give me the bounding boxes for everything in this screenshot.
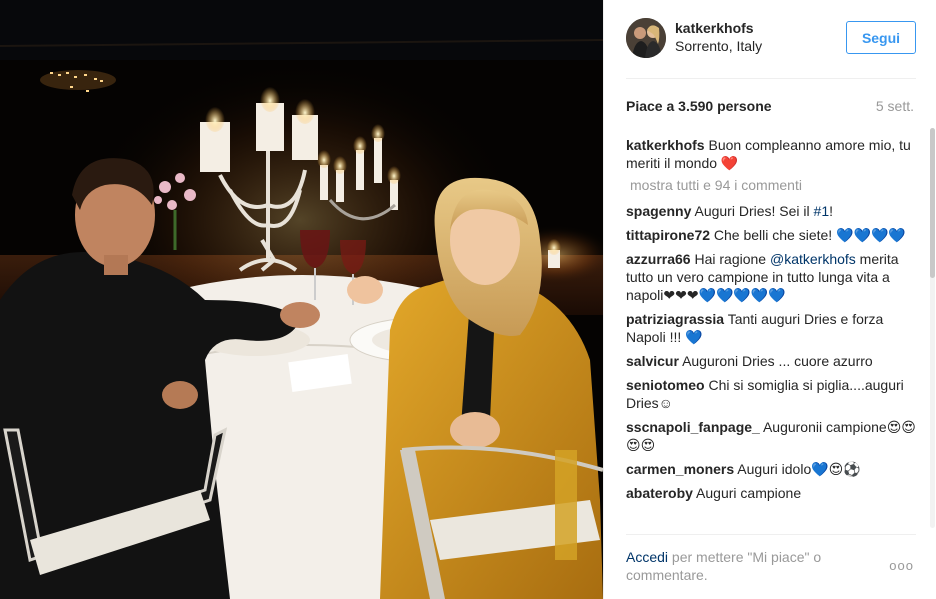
comment-text: Auguri idolo💙😍⚽ — [737, 461, 861, 477]
mention-link[interactable]: @katkerkhofs — [770, 251, 856, 267]
comment-item: sscnapoli_fanpage_ Auguronii campione😍😍😍… — [626, 418, 916, 454]
avatar-image — [626, 18, 666, 58]
footer-divider — [626, 534, 916, 535]
post-photo[interactable] — [0, 0, 603, 599]
comments-list[interactable]: katkerkhofs Buon compleanno amore mio, t… — [626, 136, 916, 529]
login-link[interactable]: Accedi — [626, 549, 668, 565]
comment-text: Che belli che siete! 💙💙💙💙 — [713, 227, 906, 243]
comments-scrollbar[interactable] — [930, 128, 935, 528]
comment-username[interactable]: abateroby — [626, 485, 693, 501]
post-time-ago[interactable]: 5 sett. — [876, 98, 914, 114]
post-sidebar: katkerkhofs Sorrento, Italy Segui Piace … — [603, 0, 936, 599]
comment-text: Auguri campione — [696, 485, 802, 501]
login-prompt: Accedi per mettere "Mi piace" o commenta… — [626, 548, 851, 584]
location-link[interactable]: Sorrento, Italy — [675, 38, 762, 54]
likes-count[interactable]: Piace a 3.590 persone — [626, 98, 772, 114]
comment-text: Auguri Dries! Sei il — [694, 203, 814, 219]
comment-username[interactable]: seniotomeo — [626, 377, 705, 393]
instagram-post-modal: katkerkhofs Sorrento, Italy Segui Piace … — [0, 0, 936, 599]
comment-item: patriziagrassia Tanti auguri Dries e for… — [626, 310, 916, 346]
more-options-icon[interactable]: ooo — [889, 558, 914, 573]
comment-username[interactable]: sscnapoli_fanpage_ — [626, 419, 760, 435]
comment-item: abateroby Auguri campione — [626, 484, 916, 502]
comment-username[interactable]: tittapirone72 — [626, 227, 710, 243]
comment-username[interactable]: spagenny — [626, 203, 691, 219]
comment-username[interactable]: patriziagrassia — [626, 311, 724, 327]
scrollbar-thumb[interactable] — [930, 128, 935, 278]
comment-item: spagenny Auguri Dries! Sei il #1! — [626, 202, 916, 220]
comment-text: Hai ragione — [694, 251, 770, 267]
comment-item: carmen_moners Auguri idolo💙😍⚽ — [626, 460, 916, 478]
comment-text: Auguroni Dries ... cuore azurro — [682, 353, 873, 369]
comment-username[interactable]: salvicur — [626, 353, 679, 369]
show-all-comments-link[interactable]: mostra tutti e 94 i commenti — [630, 176, 916, 194]
comment-item: azzurra66 Hai ragione @katkerkhofs merit… — [626, 250, 916, 304]
comment-item: salvicur Auguroni Dries ... cuore azurro — [626, 352, 916, 370]
comment-item: tittapirone72 Che belli che siete! 💙💙💙💙 — [626, 226, 916, 244]
follow-button[interactable]: Segui — [846, 21, 916, 54]
caption-username[interactable]: katkerkhofs — [626, 137, 705, 153]
comment-item: seniotomeo Chi si somiglia si piglia....… — [626, 376, 916, 412]
comment-username[interactable]: azzurra66 — [626, 251, 691, 267]
caption: katkerkhofs Buon compleanno amore mio, t… — [626, 136, 916, 172]
post-header: katkerkhofs Sorrento, Italy Segui — [626, 16, 916, 64]
header-divider — [626, 78, 916, 79]
comment-text-end: ! — [829, 203, 833, 219]
comment-username[interactable]: carmen_moners — [626, 461, 734, 477]
hashtag-link[interactable]: #1 — [814, 203, 830, 219]
username-link[interactable]: katkerkhofs — [675, 20, 754, 36]
avatar[interactable] — [626, 18, 666, 58]
dinner-photo-illustration — [0, 0, 603, 599]
